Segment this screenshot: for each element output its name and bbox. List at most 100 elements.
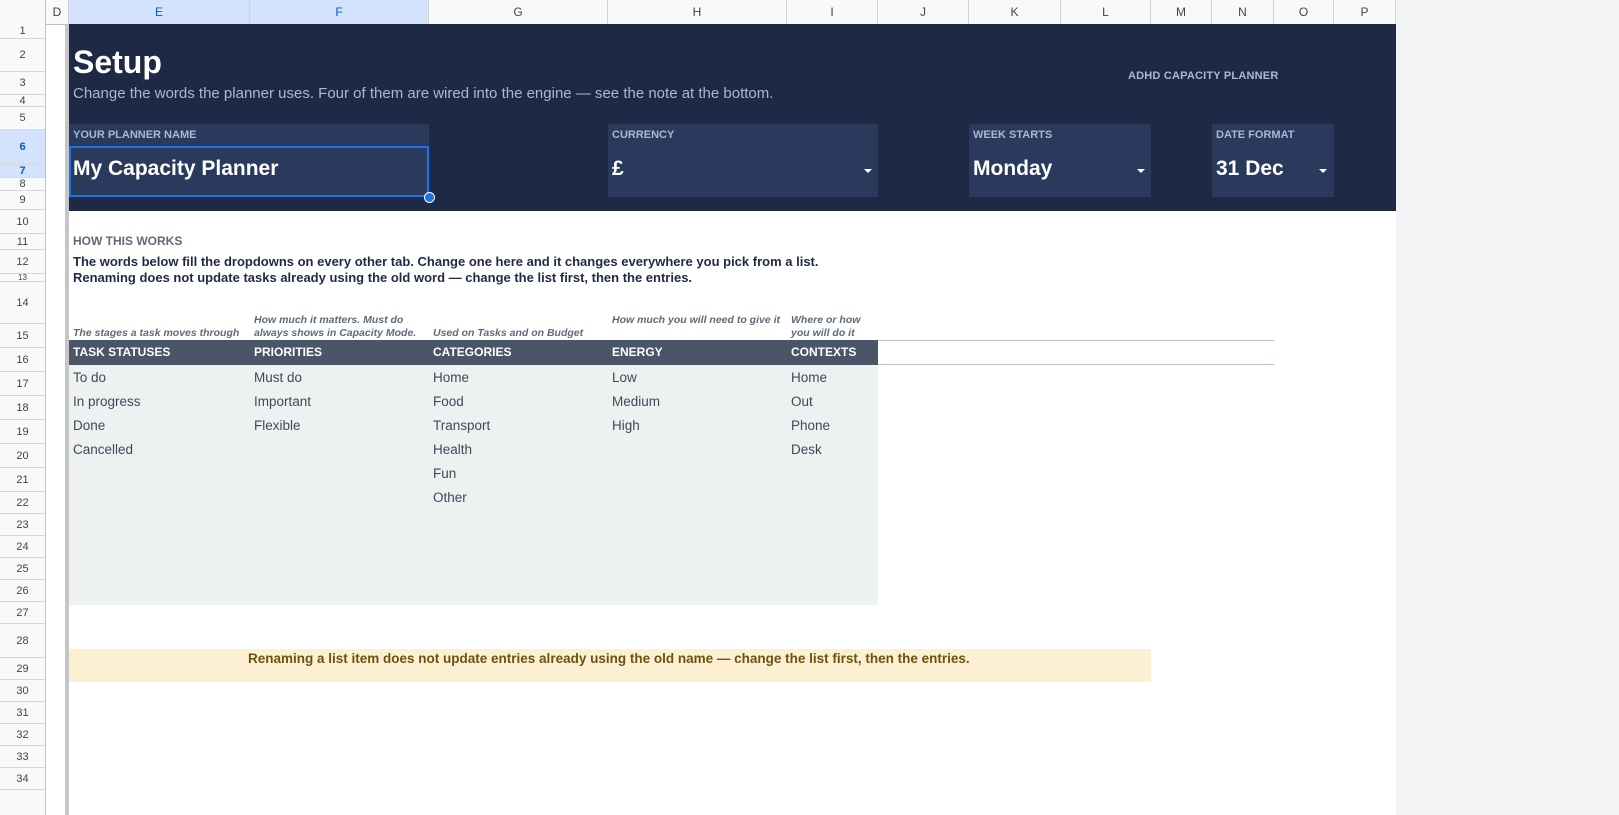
task-statuses-header[interactable]: TASK STATUSES bbox=[73, 345, 170, 359]
row-header[interactable]: 34 bbox=[0, 768, 45, 790]
planner-name-label: YOUR PLANNER NAME bbox=[73, 129, 197, 141]
row-header[interactable]: 2 bbox=[0, 39, 45, 72]
fill-handle[interactable] bbox=[424, 192, 435, 203]
row-header[interactable]: 11 bbox=[0, 234, 45, 250]
week-starts-value[interactable]: Monday bbox=[973, 157, 1052, 181]
page-subtitle: Change the words the planner uses. Four … bbox=[73, 85, 774, 102]
list-item[interactable]: Other bbox=[433, 490, 467, 505]
row-header[interactable]: 14 bbox=[0, 282, 45, 324]
list-item[interactable]: Important bbox=[254, 394, 311, 409]
column-header-k[interactable]: K bbox=[969, 0, 1061, 24]
list-item[interactable]: To do bbox=[73, 370, 106, 385]
task-statuses-hint: The stages a task moves through bbox=[73, 327, 240, 339]
row-header[interactable]: 31 bbox=[0, 702, 45, 724]
column-header-j[interactable]: J bbox=[878, 0, 969, 24]
row-header[interactable]: 29 bbox=[0, 658, 45, 680]
column-header-f[interactable]: F bbox=[250, 0, 429, 24]
column-header-p[interactable]: P bbox=[1334, 0, 1396, 24]
currency-value[interactable]: £ bbox=[612, 157, 624, 181]
column-header-l[interactable]: L bbox=[1061, 0, 1151, 24]
week-starts-dropdown-icon[interactable] bbox=[1137, 169, 1145, 173]
list-item[interactable]: Desk bbox=[791, 442, 822, 457]
row-header[interactable]: 4 bbox=[0, 95, 45, 107]
energy-hint: How much you will need to give it bbox=[612, 314, 781, 326]
column-header-i[interactable]: I bbox=[787, 0, 878, 24]
week-starts-label: WEEK STARTS bbox=[973, 129, 1053, 141]
column-header-bar: D E F G H I J K L M N O P bbox=[0, 0, 1396, 25]
list-item[interactable]: Done bbox=[73, 418, 105, 433]
row-header-bar: 1 2 3 4 5 6 7 8 9 10 11 12 13 14 15 16 1… bbox=[0, 24, 46, 815]
categories-header[interactable]: CATEGORIES bbox=[433, 345, 511, 359]
how-this-works-line-1: The words below fill the dropdowns on ev… bbox=[73, 254, 819, 269]
row-header[interactable]: 20 bbox=[0, 444, 45, 468]
row-header[interactable]: 22 bbox=[0, 492, 45, 514]
row-header[interactable]: 24 bbox=[0, 536, 45, 558]
priorities-header[interactable]: PRIORITIES bbox=[254, 345, 322, 359]
row-header[interactable]: 16 bbox=[0, 348, 45, 372]
list-item[interactable]: In progress bbox=[73, 394, 141, 409]
row-header[interactable]: 26 bbox=[0, 580, 45, 602]
brand-label: ADHD CAPACITY PLANNER bbox=[1128, 70, 1279, 82]
column-header-h[interactable]: H bbox=[608, 0, 787, 24]
row-header[interactable]: 17 bbox=[0, 372, 45, 396]
page-title: Setup bbox=[73, 44, 162, 80]
row-header[interactable]: 6 bbox=[0, 130, 45, 165]
currency-dropdown-icon[interactable] bbox=[864, 169, 872, 173]
row-header[interactable]: 3 bbox=[0, 72, 45, 95]
row-header[interactable]: 15 bbox=[0, 324, 45, 348]
priorities-hint: How much it matters. Must do always show… bbox=[254, 314, 417, 339]
row-header[interactable]: 19 bbox=[0, 420, 45, 444]
row-header[interactable]: 13 bbox=[0, 273, 45, 282]
row-header[interactable]: 10 bbox=[0, 210, 45, 234]
list-item[interactable]: Fun bbox=[433, 466, 456, 481]
row-header[interactable]: 30 bbox=[0, 680, 45, 702]
contexts-hint: Where or how you will do it bbox=[791, 314, 861, 339]
row-header[interactable]: 28 bbox=[0, 624, 45, 658]
select-all-corner[interactable] bbox=[0, 0, 46, 24]
sheet-empty-area bbox=[1396, 0, 1619, 815]
column-header-d[interactable]: D bbox=[46, 0, 69, 24]
row-header[interactable]: 5 bbox=[0, 107, 45, 130]
currency-label: CURRENCY bbox=[612, 129, 675, 141]
column-header-m[interactable]: M bbox=[1151, 0, 1212, 24]
column-header-g[interactable]: G bbox=[429, 0, 608, 24]
row-header[interactable]: 12 bbox=[0, 250, 45, 274]
list-item[interactable]: Flexible bbox=[254, 418, 301, 433]
list-item[interactable]: Cancelled bbox=[73, 442, 133, 457]
row-header[interactable]: 9 bbox=[0, 191, 45, 210]
column-header-o[interactable]: O bbox=[1274, 0, 1334, 24]
list-item[interactable]: Health bbox=[433, 442, 472, 457]
list-item[interactable]: Home bbox=[433, 370, 469, 385]
list-item[interactable]: Phone bbox=[791, 418, 830, 433]
row-header[interactable]: 21 bbox=[0, 468, 45, 492]
row-header[interactable]: 1 bbox=[0, 24, 45, 39]
lists-header-rule bbox=[878, 340, 1274, 365]
list-item[interactable]: Low bbox=[612, 370, 637, 385]
date-format-dropdown-icon[interactable] bbox=[1319, 169, 1327, 173]
rename-note: Renaming a list item does not update ent… bbox=[248, 651, 970, 666]
row-header[interactable]: 25 bbox=[0, 558, 45, 580]
categories-hint: Used on Tasks and on Budget bbox=[433, 327, 584, 339]
list-item[interactable]: Out bbox=[791, 394, 813, 409]
energy-header[interactable]: ENERGY bbox=[612, 345, 663, 359]
row-header[interactable]: 23 bbox=[0, 514, 45, 536]
date-format-value[interactable]: 31 Dec bbox=[1216, 157, 1284, 181]
row-header[interactable]: 8 bbox=[0, 178, 45, 191]
list-item[interactable]: Transport bbox=[433, 418, 490, 433]
contexts-header[interactable]: CONTEXTS bbox=[791, 345, 856, 359]
how-this-works-label: HOW THIS WORKS bbox=[73, 234, 183, 248]
list-item[interactable]: Must do bbox=[254, 370, 302, 385]
row-header[interactable]: 32 bbox=[0, 724, 45, 746]
list-item[interactable]: Medium bbox=[612, 394, 660, 409]
list-item[interactable]: High bbox=[612, 418, 640, 433]
lists-table bbox=[69, 340, 878, 605]
row-header[interactable]: 18 bbox=[0, 396, 45, 420]
list-item[interactable]: Home bbox=[791, 370, 827, 385]
list-item[interactable]: Food bbox=[433, 394, 464, 409]
row-header[interactable]: 33 bbox=[0, 746, 45, 768]
column-header-n[interactable]: N bbox=[1212, 0, 1274, 24]
active-cell-border bbox=[69, 146, 429, 197]
row-header[interactable]: 7 bbox=[0, 165, 45, 178]
column-header-e[interactable]: E bbox=[69, 0, 250, 24]
row-header[interactable]: 27 bbox=[0, 602, 45, 624]
